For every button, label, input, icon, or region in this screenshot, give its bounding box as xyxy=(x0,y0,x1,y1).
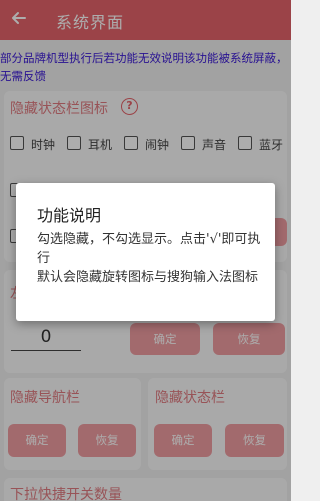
info-dialog: 功能说明 勾选隐藏，不勾选显示。点击'√'即可执行 默认会隐藏旋转图标与搜狗输入… xyxy=(16,183,275,321)
dialog-message: 勾选隐藏，不勾选显示。点击'√'即可执行 默认会隐藏旋转图标与搜狗输入法图标 xyxy=(37,230,267,287)
dialog-message-line-2: 默认会隐藏旋转图标与搜狗输入法图标 xyxy=(37,270,259,285)
dialog-message-line-1: 勾选隐藏，不勾选显示。点击'√'即可执行 xyxy=(37,232,261,266)
dialog-title: 功能说明 xyxy=(37,206,102,225)
